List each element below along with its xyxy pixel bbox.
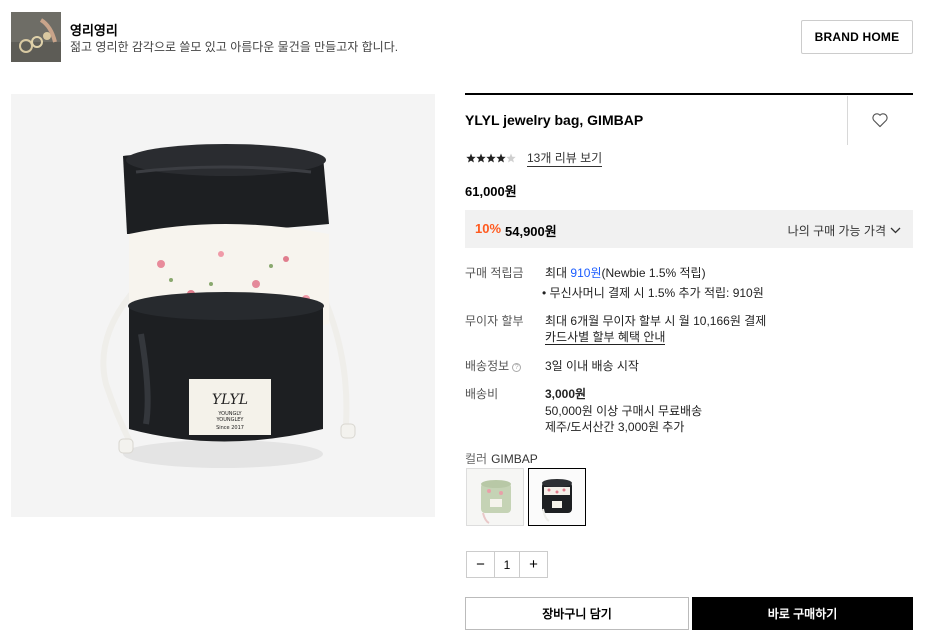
free-shipping-note: 50,000원 이상 구매시 무료배송 <box>545 404 703 418</box>
shipping-fee-value: 3,000원 <box>545 387 587 401</box>
product-image: YLYL YOUNGLY YOUNGLEY Since 2017 <box>11 94 435 517</box>
points-amount: 910원 <box>570 266 602 280</box>
bag-label-line3: Since 2017 <box>216 425 244 431</box>
my-price-label: 나의 구매 가능 가격 <box>787 224 886 238</box>
star-icon <box>496 153 506 163</box>
product-title: YLYL jewelry bag, GIMBAP <box>465 112 644 128</box>
original-price: 61,000원 <box>465 184 517 199</box>
color-option-label: 컬러 GIMBAP <box>465 450 538 467</box>
color-selected-value: GIMBAP <box>491 452 538 466</box>
sale-price: 54,900원 <box>505 224 557 239</box>
discount-rate: 10% <box>475 221 502 236</box>
add-to-cart-button[interactable]: 장바구니 담기 <box>465 597 689 630</box>
quantity-stepper: − 1 + <box>466 551 548 578</box>
points-label: 구매 적립금 <box>465 266 524 280</box>
shipping-label-text: 배송정보 <box>465 359 510 373</box>
brand-description: 젊고 영리한 감각으로 쓸모 있고 아름다운 물건을 만들고자 합니다. <box>70 40 399 54</box>
brand-name[interactable]: 영리영리 <box>70 20 118 39</box>
title-divider <box>847 96 848 145</box>
star-icon <box>476 153 486 163</box>
installment-link-text[interactable]: 카드사별 할부 혜택 안내 <box>545 330 666 345</box>
installment-value: 최대 6개월 무이자 할부 시 월 10,166원 결제 <box>545 314 767 328</box>
points-bullet: • 무신사머니 결제 시 1.5% 추가 적립: 910원 <box>542 286 764 300</box>
quantity-value[interactable]: 1 <box>494 552 520 577</box>
buy-now-button[interactable]: 바로 구매하기 <box>692 597 913 630</box>
star-icon <box>466 153 476 163</box>
bag-label-logo: YLYL <box>212 392 248 408</box>
review-link[interactable]: 13개 리뷰 보기 <box>527 151 603 167</box>
installment-link[interactable]: 카드사별 할부 혜택 안내 <box>545 328 666 345</box>
star-rating <box>466 152 518 164</box>
brand-home-button[interactable]: BRAND HOME <box>801 20 913 54</box>
star-half-icon <box>506 153 516 163</box>
brand-logo-thumbnail[interactable] <box>11 12 61 62</box>
color-swatch-green[interactable] <box>466 468 524 526</box>
shipping-value: 3일 이내 배송 시작 <box>545 359 639 373</box>
info-top-divider <box>465 93 913 95</box>
installment-label: 무이자 할부 <box>465 314 524 328</box>
quantity-minus-button[interactable]: − <box>467 552 494 577</box>
shipping-label: 배송정보? <box>465 357 522 374</box>
info-icon[interactable]: ? <box>512 363 522 372</box>
bag-label-line2: YOUNGLEY <box>216 417 245 423</box>
my-price-toggle[interactable]: 나의 구매 가능 가격 <box>788 222 901 239</box>
chevron-down-icon <box>890 227 901 234</box>
remote-shipping-note: 제주/도서산간 3,000원 추가 <box>545 420 685 434</box>
star-icon <box>486 153 496 163</box>
points-value: 최대 910원(Newbie 1.5% 적립) <box>545 264 706 281</box>
quantity-plus-button[interactable]: + <box>520 552 547 577</box>
heart-icon[interactable] <box>868 108 892 132</box>
price-box: 10% 54,900원 나의 구매 가능 가격 <box>465 210 913 248</box>
color-swatch-gimbap[interactable] <box>528 468 586 526</box>
points-prefix: 최대 <box>545 266 571 280</box>
points-suffix: (Newbie 1.5% 적립) <box>601 266 706 280</box>
color-label-text: 컬러 <box>465 452 488 466</box>
shipping-fee-label: 배송비 <box>465 387 499 401</box>
